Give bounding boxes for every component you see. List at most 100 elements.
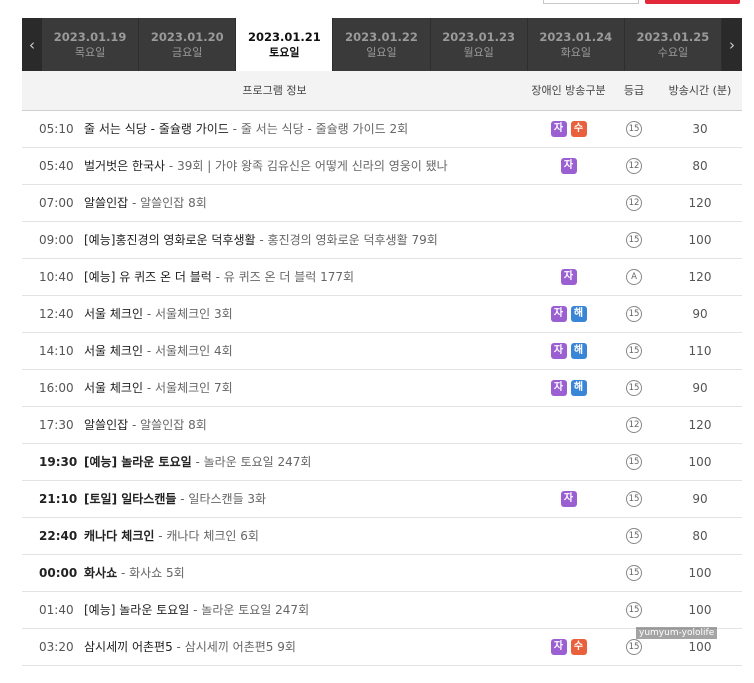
program-info[interactable]: [예능]홍진경의 영화로운 덕후생활 - 홍진경의 영화로운 덕후생활 79회: [84, 221, 527, 259]
air-time: 22:40: [22, 517, 84, 555]
date-tab[interactable]: 2023.01.19 목요일: [42, 18, 140, 71]
program-title[interactable]: 화사쇼: [84, 566, 117, 580]
program-title[interactable]: 캐나다 체크인: [84, 529, 154, 543]
age-rating-icon: 12: [626, 158, 642, 174]
date-tab[interactable]: 2023.01.21 토요일: [236, 18, 334, 71]
table-row[interactable]: 22:40 캐나다 체크인 - 캐나다 체크인 6회 15 80: [22, 517, 742, 555]
date-tab[interactable]: 2023.01.23 월요일: [431, 18, 528, 71]
program-title[interactable]: 삼시세끼 어촌편5: [84, 640, 173, 654]
episode-info: 놀라운 토요일 247회: [203, 455, 312, 469]
program-info[interactable]: 벌거벗은 한국사 - 39회 | 가야 왕족 김유신은 어떻게 신라의 영웅이 …: [84, 147, 527, 185]
program-info[interactable]: [예능] 놀라운 토요일 - 놀라운 토요일 247회: [84, 443, 527, 481]
table-row[interactable]: 05:10 줄 서는 식당 - 줄슐랭 가이드 - 줄 서는 식당 - 줄슐랭 가…: [22, 110, 742, 148]
duration: 100: [658, 591, 742, 629]
program-title[interactable]: 벌거벗은 한국사: [84, 159, 165, 173]
program-info[interactable]: 서울 체크인 - 서울체크인 3회: [84, 295, 527, 333]
program-info[interactable]: 서울 체크인 - 서울체크인 7회: [84, 369, 527, 407]
accessibility-badges: [527, 184, 610, 222]
date-tab-date: 2023.01.24: [539, 29, 613, 44]
program-title[interactable]: [토일] 일타스캔들: [84, 492, 176, 506]
accessibility-badges: 자: [527, 258, 610, 296]
accessibility-badge: 수: [570, 121, 587, 137]
table-row[interactable]: 12:40 서울 체크인 - 서울체크인 3회 자 해 15 90: [22, 295, 742, 333]
rating-cell: 12: [610, 184, 658, 222]
program-title[interactable]: 서울 체크인: [84, 307, 143, 321]
program-title[interactable]: [예능]홍진경의 영화로운 덕후생활: [84, 233, 256, 247]
date-tab[interactable]: 2023.01.20 금요일: [139, 18, 237, 71]
program-title[interactable]: [예능] 놀라운 토요일: [84, 455, 192, 469]
program-title[interactable]: 알쓸인잡: [84, 418, 128, 432]
date-tab[interactable]: 2023.01.24 화요일: [528, 18, 625, 71]
program-title[interactable]: [예능] 유 퀴즈 온 더 블럭: [84, 270, 212, 284]
accessibility-badge: 자: [560, 269, 577, 285]
rating-cell: 12: [610, 147, 658, 185]
rating-cell: 15: [610, 110, 658, 148]
header-grade: 등급: [610, 71, 658, 111]
title-separator: -: [128, 418, 141, 432]
program-info[interactable]: [예능] 유 퀴즈 온 더 블럭 - 유 퀴즈 온 더 블럭 177회: [84, 258, 527, 296]
table-row[interactable]: 10:40 [예능] 유 퀴즈 온 더 블럭 - 유 퀴즈 온 더 블럭 177회…: [22, 258, 742, 296]
title-separator: -: [211, 270, 224, 284]
accessibility-badges: [527, 443, 610, 481]
chevron-left-icon[interactable]: ‹: [22, 18, 42, 71]
air-time: 17:30: [22, 406, 84, 444]
episode-info: 줄 서는 식당 - 줄슐랭 가이드 2회: [240, 122, 409, 136]
table-row[interactable]: 14:10 서울 체크인 - 서울체크인 4회 자 해 15 110: [22, 332, 742, 370]
age-rating-icon: 15: [626, 343, 642, 359]
air-time: 00:00: [22, 554, 84, 592]
table-row[interactable]: 01:40 [예능] 놀라운 토요일 - 놀라운 토요일 247회 15 100: [22, 591, 742, 629]
table-row[interactable]: 00:00 화사쇼 - 화사쇼 5회 15 100: [22, 554, 742, 592]
program-title[interactable]: [예능] 놀라운 토요일: [84, 603, 189, 617]
program-info[interactable]: 알쓸인잡 - 알쓸인잡 8회: [84, 184, 527, 222]
duration: 120: [658, 184, 742, 222]
air-time: 12:40: [22, 295, 84, 333]
program-info[interactable]: 줄 서는 식당 - 줄슐랭 가이드 - 줄 서는 식당 - 줄슐랭 가이드 2회: [84, 110, 527, 148]
table-row[interactable]: 21:10 [토일] 일타스캔들 - 일타스캔들 3화 자 15 90: [22, 480, 742, 518]
duration: 80: [658, 517, 742, 555]
table-row[interactable]: 09:00 [예능]홍진경의 영화로운 덕후생활 - 홍진경의 영화로운 덕후생활…: [22, 221, 742, 259]
program-info[interactable]: [토일] 일타스캔들 - 일타스캔들 3화: [84, 480, 527, 518]
table-row[interactable]: 16:00 서울 체크인 - 서울체크인 7회 자 해 15 90: [22, 369, 742, 407]
program-info[interactable]: 삼시세끼 어촌편5 - 삼시세끼 어촌편5 9회: [84, 628, 527, 666]
program-title[interactable]: 서울 체크인: [84, 381, 143, 395]
duration: 120: [658, 406, 742, 444]
date-tab[interactable]: 2023.01.25 수요일: [625, 18, 722, 71]
accessibility-badges: 자: [527, 147, 610, 185]
air-time: 14:10: [22, 332, 84, 370]
age-rating-icon: 12: [626, 417, 642, 433]
episode-info: 유 퀴즈 온 더 블럭 177회: [223, 270, 355, 284]
age-rating-icon: 15: [626, 528, 642, 544]
chevron-right-icon[interactable]: ›: [722, 18, 742, 71]
program-title[interactable]: 줄 서는 식당 - 줄슐랭 가이드: [84, 122, 229, 136]
episode-info: 알쓸인잡 8회: [140, 418, 207, 432]
date-tab-weekday: 월요일: [463, 45, 494, 59]
duration: 110: [658, 332, 742, 370]
table-row[interactable]: 05:40 벌거벗은 한국사 - 39회 | 가야 왕족 김유신은 어떻게 신라의…: [22, 147, 742, 185]
program-info[interactable]: 캐나다 체크인 - 캐나다 체크인 6회: [84, 517, 527, 555]
program-info[interactable]: [예능] 놀라운 토요일 - 놀라운 토요일 247회: [84, 591, 527, 629]
table-row[interactable]: 03:20 삼시세끼 어촌편5 - 삼시세끼 어촌편5 9회 자 수 15 100: [22, 628, 742, 666]
top-red-button-fragment[interactable]: [645, 0, 740, 4]
rating-cell: A: [610, 258, 658, 296]
episode-info: 삼시세끼 어촌편5 9회: [184, 640, 296, 654]
accessibility-badges: 자해: [527, 369, 610, 407]
program-info[interactable]: 서울 체크인 - 서울체크인 4회: [84, 332, 527, 370]
accessibility-badges: [527, 591, 610, 629]
episode-info: 39회 | 가야 왕족 김유신은 어떻게 신라의 영웅이 됐나: [177, 159, 448, 173]
rating-cell: 12: [610, 406, 658, 444]
date-tab-weekday: 토요일: [269, 45, 300, 59]
top-button-fragment[interactable]: [543, 0, 639, 4]
table-row[interactable]: 17:30 알쓸인잡 - 알쓸인잡 8회 12 120: [22, 406, 742, 444]
program-title[interactable]: 서울 체크인: [84, 344, 143, 358]
air-time: 21:10: [22, 480, 84, 518]
date-tab[interactable]: 2023.01.22 일요일: [333, 18, 431, 71]
date-tab-weekday: 화요일: [560, 45, 591, 59]
program-title[interactable]: 알쓸인잡: [84, 196, 128, 210]
program-info[interactable]: 화사쇼 - 화사쇼 5회: [84, 554, 527, 592]
age-rating-icon: 15: [626, 232, 642, 248]
table-row[interactable]: 19:30 [예능] 놀라운 토요일 - 놀라운 토요일 247회 15 100: [22, 443, 742, 481]
date-tab-date: 2023.01.23: [442, 29, 516, 44]
program-info[interactable]: 알쓸인잡 - 알쓸인잡 8회: [84, 406, 527, 444]
rating-cell: 15: [610, 554, 658, 592]
table-row[interactable]: 07:00 알쓸인잡 - 알쓸인잡 8회 12 120: [22, 184, 742, 222]
